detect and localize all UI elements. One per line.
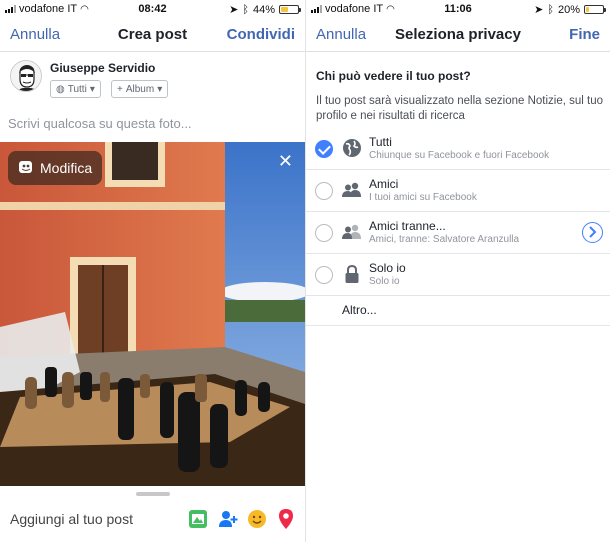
album-label: Album (125, 83, 155, 95)
close-icon[interactable]: ✕ (278, 151, 293, 172)
friends-except-icon (342, 222, 362, 242)
plus-icon: + (117, 83, 123, 95)
radio-unselected[interactable] (315, 266, 333, 284)
attached-photo: Modifica ✕ (0, 142, 305, 486)
globe-icon (342, 138, 362, 158)
edit-photo-label: Modifica (40, 160, 93, 176)
cancel-button[interactable]: Annulla (316, 26, 366, 43)
friends-icon (342, 180, 362, 200)
photo-edit-icon (18, 159, 34, 178)
avatar (10, 60, 42, 92)
privacy-option-friends-except[interactable]: Amici tranne... Amici, tranne: Salvatore… (306, 212, 610, 254)
battery-percent: 20% (557, 3, 580, 16)
audience-selector[interactable]: ◍ Tutti ▾ (50, 80, 101, 98)
privacy-description: Il tuo post sarà visualizzato nella sezi… (316, 95, 604, 122)
done-button[interactable]: Fine (569, 26, 600, 43)
privacy-option-public[interactable]: Tutti Chiunque su Facebook e fuori Faceb… (306, 128, 610, 170)
status-bar: vodafone IT ◠ 11:06 ➤ ᛒ 20% (306, 0, 610, 18)
battery-icon (279, 5, 301, 14)
edit-photo-button[interactable]: Modifica (8, 151, 103, 185)
cancel-button[interactable]: Annulla (10, 26, 60, 43)
globe-icon: ◍ (56, 83, 65, 95)
battery-percent: 44% (252, 3, 275, 16)
option-label: Tutti (369, 135, 392, 149)
option-description: Solo io (369, 276, 400, 287)
bluetooth-icon: ᛒ (242, 3, 249, 16)
privacy-option-friends[interactable]: Amici I tuoi amici su Facebook (306, 170, 610, 212)
option-label: Solo io (369, 261, 406, 275)
feeling-icon[interactable] (247, 508, 267, 530)
post-text-input[interactable]: Scrivi qualcosa su questa foto... (8, 116, 192, 131)
more-options-link[interactable]: Altro... (342, 303, 377, 317)
chevron-right-icon[interactable] (582, 222, 603, 243)
nav-bar: Annulla Crea post Condividi (0, 18, 305, 52)
share-button[interactable]: Condividi (227, 26, 295, 43)
photo-icon[interactable] (188, 508, 208, 530)
album-selector[interactable]: + Album ▾ (111, 80, 169, 98)
divider (306, 325, 610, 326)
privacy-screen: vodafone IT ◠ 11:06 ➤ ᛒ 20% Annulla Sele… (305, 0, 610, 542)
option-description: Amici, tranne: Salvatore Aranzulla (369, 234, 520, 245)
add-to-post-label: Aggiungi al tuo post (10, 511, 133, 527)
location-pin-icon[interactable] (276, 508, 296, 530)
location-arrow-icon: ➤ (534, 4, 544, 16)
author-name: Giuseppe Servidio (50, 61, 156, 75)
radio-unselected[interactable] (315, 224, 333, 242)
nav-bar: Annulla Seleziona privacy Fine (306, 18, 610, 52)
battery-icon (584, 5, 606, 14)
tag-people-icon[interactable] (218, 508, 238, 530)
caret-down-icon: ▾ (89, 83, 95, 95)
option-description: I tuoi amici su Facebook (369, 192, 477, 203)
privacy-option-only-me[interactable]: Solo io Solo io (306, 254, 610, 296)
bluetooth-icon: ᛒ (547, 3, 554, 16)
radio-unselected[interactable] (315, 182, 333, 200)
radio-selected[interactable] (315, 140, 333, 158)
status-right: ➤ ᛒ 20% (534, 3, 606, 16)
caret-down-icon: ▾ (157, 83, 163, 95)
option-description: Chiunque su Facebook e fuori Facebook (369, 150, 550, 161)
create-post-screen: vodafone IT ◠ 08:42 ➤ ᛒ 44% Annulla Crea… (0, 0, 305, 542)
chessboard-photo (0, 142, 305, 486)
option-label: Amici tranne... (369, 219, 446, 233)
status-bar: vodafone IT ◠ 08:42 ➤ ᛒ 44% (0, 0, 305, 18)
drag-handle[interactable] (136, 492, 170, 496)
location-arrow-icon: ➤ (229, 4, 239, 16)
lock-icon (342, 264, 362, 284)
audience-label: Tutti (67, 83, 87, 95)
status-right: ➤ ᛒ 44% (229, 3, 301, 16)
option-label: Amici (369, 177, 399, 191)
privacy-question: Chi può vedere il tuo post? (316, 69, 471, 83)
